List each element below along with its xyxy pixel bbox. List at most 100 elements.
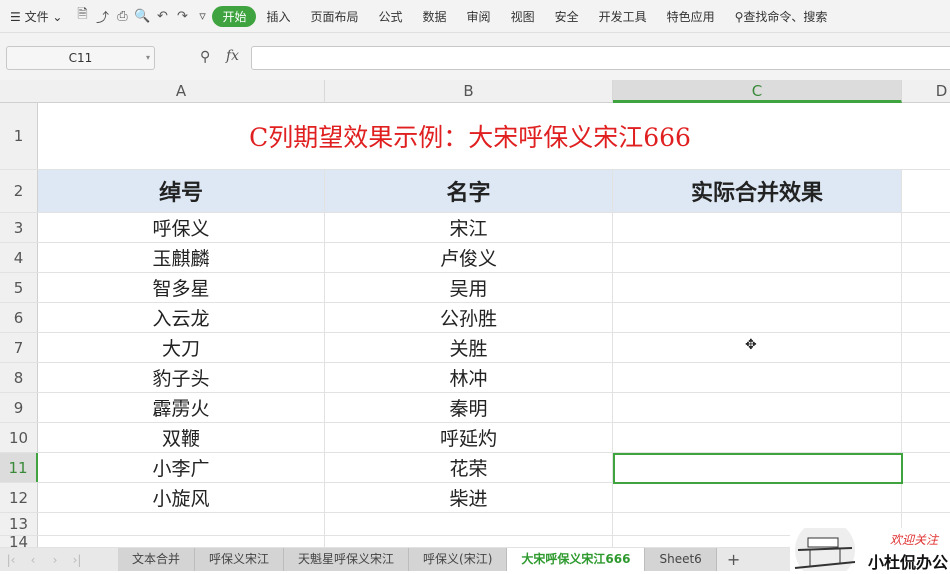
header-cell-result[interactable]: 实际合并效果 <box>613 170 902 212</box>
cell-nickname[interactable]: 呼保义 <box>38 213 325 242</box>
tab-review[interactable]: 审阅 <box>457 8 501 25</box>
selected-cell-c11[interactable] <box>613 453 903 484</box>
tab-special[interactable]: 特色应用 <box>657 8 725 25</box>
table-row: 4 玉麒麟 卢俊义 <box>0 243 950 273</box>
tab-security[interactable]: 安全 <box>545 8 589 25</box>
row-header[interactable]: 8 <box>0 363 38 392</box>
cell-result[interactable] <box>613 243 902 272</box>
brand-name: 小杜侃办公 <box>867 553 948 572</box>
cell-name[interactable]: 花荣 <box>325 453 613 482</box>
cell-name[interactable]: 呼延灼 <box>325 423 613 452</box>
cell-result[interactable] <box>613 483 902 512</box>
row-header[interactable]: 10 <box>0 423 38 452</box>
cell-name[interactable]: 柴进 <box>325 483 613 512</box>
cell-result[interactable] <box>613 423 902 452</box>
export-icon[interactable]: ⤴ <box>92 7 112 26</box>
cell-result[interactable] <box>613 363 902 392</box>
header-row: 2 绰号 名字 实际合并效果 <box>0 170 950 213</box>
tab-data[interactable]: 数据 <box>413 8 457 25</box>
cell-nickname[interactable]: 玉麒麟 <box>38 243 325 272</box>
table-row: 9 霹雳火 秦明 <box>0 393 950 423</box>
redo-icon[interactable]: ↷ <box>172 9 192 24</box>
tab-insert[interactable]: 插入 <box>256 8 300 25</box>
add-sheet-icon[interactable]: + <box>717 550 750 569</box>
cell-name[interactable]: 关胜 <box>325 333 613 362</box>
first-sheet-icon[interactable]: |‹ <box>0 553 22 567</box>
header-cell-nickname[interactable]: 绰号 <box>38 170 325 212</box>
sheet-tab-active[interactable]: 大宋呼保义宋江666 <box>507 548 646 571</box>
row-header[interactable]: 4 <box>0 243 38 272</box>
cell-nickname[interactable] <box>38 536 325 547</box>
row-header[interactable]: 3 <box>0 213 38 242</box>
cell-name[interactable]: 林冲 <box>325 363 613 392</box>
cell-nickname[interactable] <box>38 513 325 535</box>
tab-view[interactable]: 视图 <box>501 8 545 25</box>
name-box[interactable]: C11 ▾ <box>6 46 155 70</box>
watermark-logo: 欢迎关注 小杜侃办公 <box>790 520 950 574</box>
row-header[interactable]: 1 <box>0 103 38 169</box>
header-cell-name[interactable]: 名字 <box>325 170 613 212</box>
cell-name[interactable]: 吴用 <box>325 273 613 302</box>
cell-name[interactable] <box>325 513 613 535</box>
row-header[interactable]: 14 <box>0 533 38 548</box>
next-sheet-icon[interactable]: › <box>44 553 66 567</box>
prev-sheet-icon[interactable]: ‹ <box>22 553 44 567</box>
cell-nickname[interactable]: 智多星 <box>38 273 325 302</box>
save-icon[interactable]: 🗎 <box>72 5 92 27</box>
row-header[interactable]: 5 <box>0 273 38 302</box>
cell-nickname[interactable]: 豹子头 <box>38 363 325 392</box>
undo-icon[interactable]: ↶ <box>152 9 172 24</box>
name-box-value: C11 <box>68 51 93 65</box>
tab-page-layout[interactable]: 页面布局 <box>301 8 369 25</box>
cell-result[interactable] <box>613 333 902 362</box>
row-header[interactable]: 6 <box>0 303 38 332</box>
row-header[interactable]: 12 <box>0 483 38 512</box>
column-header-d[interactable]: D <box>902 80 950 103</box>
sheet-grid[interactable]: 1 C列期望效果示例：大宋呼保义宋江666 2 绰号 名字 实际合并效果 3 呼… <box>0 103 950 548</box>
tab-developer[interactable]: 开发工具 <box>589 8 657 25</box>
tab-start[interactable]: 开始 <box>212 5 257 27</box>
welcome-text: 欢迎关注 <box>889 533 938 547</box>
row-header[interactable]: 2 <box>0 170 38 212</box>
cell-nickname[interactable]: 小李广 <box>38 453 325 482</box>
print-preview-icon[interactable]: 🔍 <box>132 9 152 24</box>
title-cell[interactable]: C列期望效果示例：大宋呼保义宋江666 <box>38 103 902 169</box>
chevron-down-icon[interactable]: ▾ <box>146 47 150 69</box>
last-sheet-icon[interactable]: ›| <box>66 553 88 567</box>
cell-result[interactable] <box>613 393 902 422</box>
cell-nickname[interactable]: 霹雳火 <box>38 393 325 422</box>
cell-name[interactable]: 宋江 <box>325 213 613 242</box>
row-header[interactable]: 11 <box>0 453 38 482</box>
column-header-a[interactable]: A <box>38 80 325 103</box>
sheet-tab[interactable]: 文本合并 <box>118 548 196 571</box>
cell-result[interactable] <box>613 303 902 332</box>
cell-nickname[interactable]: 小旋风 <box>38 483 325 512</box>
cell-name[interactable]: 秦明 <box>325 393 613 422</box>
cell-nickname[interactable]: 大刀 <box>38 333 325 362</box>
row-header[interactable]: 7 <box>0 333 38 362</box>
more-icon[interactable]: ▿ <box>192 9 212 24</box>
cell-name[interactable]: 卢俊义 <box>325 243 613 272</box>
sheet-tab[interactable]: 呼保义宋江 <box>195 548 285 571</box>
file-menu[interactable]: ☰ 文件 ⌄ <box>0 8 72 25</box>
print-icon[interactable]: ⎙ <box>112 9 132 24</box>
formula-input[interactable] <box>251 46 950 70</box>
sheet-tab[interactable]: 天魁星呼保义宋江 <box>284 548 410 571</box>
sheet-tab[interactable]: 呼保义(宋江) <box>409 548 508 571</box>
column-header-b[interactable]: B <box>325 80 613 103</box>
fx-icon[interactable]: fx <box>226 48 239 64</box>
cell-result[interactable] <box>613 273 902 302</box>
cell-nickname[interactable]: 入云龙 <box>38 303 325 332</box>
cell-name[interactable]: 公孙胜 <box>325 303 613 332</box>
office-desk-logo-icon <box>794 520 856 574</box>
column-header-c[interactable]: C <box>613 80 902 103</box>
zoom-icon[interactable]: ⚲ <box>200 49 210 65</box>
row-header[interactable]: 9 <box>0 393 38 422</box>
table-row: 8 豹子头 林冲 <box>0 363 950 393</box>
command-search[interactable]: ⚲查找命令、搜索 <box>725 8 838 25</box>
cell-name[interactable] <box>325 536 613 547</box>
cell-result[interactable] <box>613 213 902 242</box>
tab-formulas[interactable]: 公式 <box>369 8 413 25</box>
cell-nickname[interactable]: 双鞭 <box>38 423 325 452</box>
sheet-tab[interactable]: Sheet6 <box>645 548 717 571</box>
